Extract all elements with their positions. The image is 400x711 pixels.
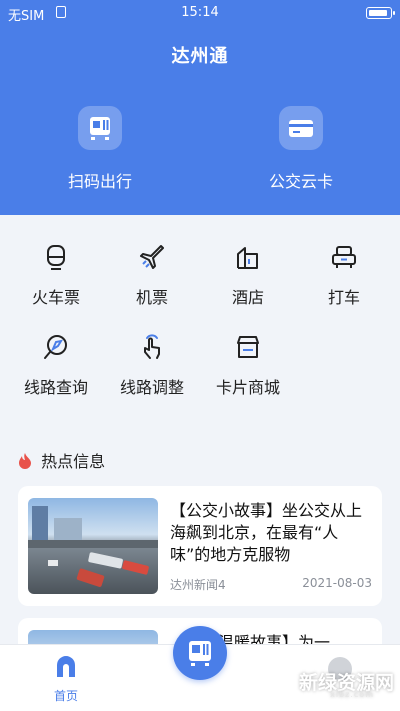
status-bar: 无SIM 15:14 (0, 0, 400, 26)
route-search-item[interactable]: 线路查询 (6, 332, 106, 398)
flight-ticket-label: 机票 (135, 288, 168, 307)
bus-scan-icon (189, 641, 211, 666)
status-time: 15:14 (181, 5, 219, 20)
news-title: 【公交小故事】坐公交从上海飙到北京，在最有“人味”的地方克服物 (170, 501, 363, 564)
flight-ticket-item[interactable]: 机票 (102, 242, 202, 308)
hotel-item[interactable]: 酒店 (198, 242, 298, 308)
bus-cloud-card-label: 公交云卡 (268, 172, 333, 191)
hotel-label: 酒店 (231, 288, 264, 307)
news-thumbnail (28, 498, 158, 594)
route-search-label: 线路查询 (23, 378, 88, 397)
fire-icon (19, 453, 31, 469)
tab-home-label: 首页 (53, 689, 78, 703)
route-adjust-item[interactable]: 线路调整 (102, 332, 202, 398)
news-card[interactable]: 【公交小故事】坐公交从上海飙到北京，在最有“人味”的地方克服物 达州新闻4 20… (18, 486, 382, 606)
route-adjust-label: 线路调整 (119, 378, 184, 397)
train-ticket-label: 火车票 (31, 288, 80, 307)
bus-cloud-card-button[interactable]: 公交云卡 (231, 106, 371, 196)
plane-icon (140, 245, 164, 269)
battery-icon (366, 7, 395, 19)
news-source: 达州新闻4 (170, 578, 226, 592)
bus-card-icon (279, 106, 323, 150)
train-icon (47, 245, 65, 270)
hot-news-label: 热点信息 (41, 452, 106, 471)
route-search-icon (44, 335, 67, 359)
page-title: 达州通 (171, 46, 229, 67)
hot-news-title: 热点信息 (18, 448, 105, 472)
scan-ride-label: 扫码出行 (67, 172, 132, 191)
route-adjust-icon (144, 334, 160, 359)
card-shop-item[interactable]: 卡片商城 (198, 332, 298, 398)
hotel-icon (237, 247, 258, 269)
card-shop-label: 卡片商城 (215, 378, 280, 397)
header-banner: 无SIM 15:14 达州通 扫码出行 公交云卡 (0, 0, 400, 215)
card-shop-icon (237, 336, 259, 358)
taxi-item[interactable]: 打车 (294, 242, 394, 308)
home-icon (57, 656, 75, 677)
tab-home[interactable]: 首页 (36, 655, 96, 704)
bus-scan-icon (78, 106, 122, 150)
scan-ride-button[interactable]: 扫码出行 (30, 106, 170, 196)
taxi-label: 打车 (327, 288, 360, 307)
watermark: 新绿资源网 xlbz.com (299, 668, 394, 699)
scan-fab-button[interactable] (173, 626, 227, 680)
taxi-icon (332, 246, 356, 268)
news-date: 2021-08-03 (302, 576, 372, 590)
watermark-logo-icon (240, 668, 274, 692)
watermark-url: xlbz.com (330, 690, 374, 699)
train-ticket-item[interactable]: 火车票 (6, 242, 106, 308)
